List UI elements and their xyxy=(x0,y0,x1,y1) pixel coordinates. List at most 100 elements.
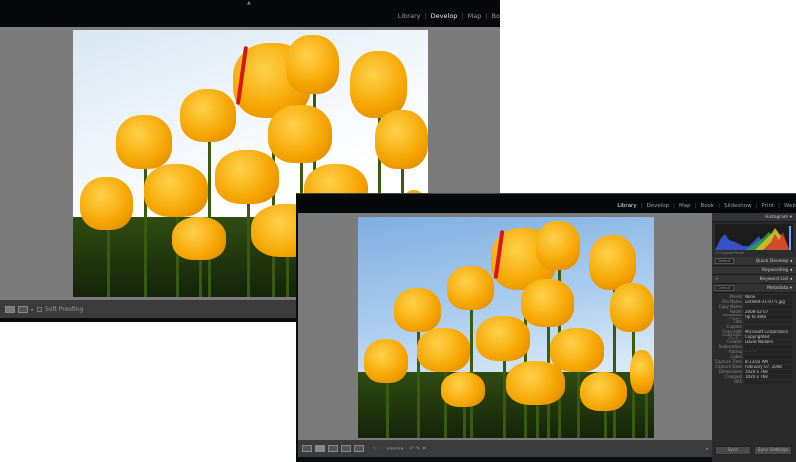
histogram-header[interactable]: Histogram ▾ xyxy=(712,213,796,222)
loupe-view-button[interactable] xyxy=(315,445,325,452)
tulip xyxy=(535,221,580,271)
library-toolbar: ⚑⚐ ★★★★★ ↶ ↷ ⌗ ▾ xyxy=(298,440,712,457)
metadata-field[interactable]: February 07, 2008 xyxy=(744,364,792,369)
tulip xyxy=(506,360,566,405)
people-view-button[interactable] xyxy=(354,445,364,452)
image-canvas xyxy=(298,213,712,440)
module-separator: | xyxy=(640,203,643,209)
module-separator: | xyxy=(673,203,675,209)
soft-proofing-label: Soft Proofing xyxy=(45,305,84,313)
metadata-field[interactable]: 2008-02-07 xyxy=(744,309,792,314)
module-tab-book[interactable]: Book xyxy=(700,203,714,209)
metadata-row: GPS xyxy=(712,379,796,384)
compare-view-button[interactable] xyxy=(328,445,338,452)
metadata-field[interactable]: Microsoft Corporation xyxy=(744,329,792,334)
tulip xyxy=(550,327,604,372)
metadata-header[interactable]: Metadata xyxy=(767,286,788,291)
sync-settings-button[interactable]: Sync Settings xyxy=(754,446,792,455)
module-tab-bo[interactable]: Bo xyxy=(492,12,500,20)
tulip-stem xyxy=(503,351,507,438)
module-tab-web[interactable]: Web xyxy=(784,203,796,209)
grid-view-button[interactable] xyxy=(302,445,312,452)
flag-icons[interactable]: ⚑⚐ xyxy=(372,446,381,452)
metadata-field[interactable] xyxy=(744,324,792,329)
rotate-right-icon[interactable]: ↷ xyxy=(416,446,420,452)
loupe-view-button[interactable] xyxy=(5,305,15,313)
module-separator: | xyxy=(461,12,464,20)
metadata-field[interactable]: Copyrighted xyxy=(744,334,792,339)
module-bar: Library | Develop | Map | Book | Slideshow | Print… xyxy=(296,193,796,213)
tulip xyxy=(215,150,279,204)
metadata-field[interactable] xyxy=(744,319,792,324)
collapse-top-icon[interactable]: ▲ xyxy=(247,0,251,6)
tulip xyxy=(446,265,495,310)
metadata-field[interactable]: 1024 x 768 xyxy=(744,374,792,379)
metadata-field[interactable] xyxy=(744,304,792,309)
right-panel: Histogram ▾ ☐ Original Photo Default Quic… xyxy=(712,213,796,462)
tulip xyxy=(630,349,654,394)
metadata-field[interactable]: untitled-21-07-5.jpg xyxy=(744,299,792,304)
module-separator: | xyxy=(485,12,488,20)
tulip xyxy=(393,287,441,332)
module-tab-map[interactable]: Map xyxy=(679,203,691,209)
metadata-field[interactable]: · · · · · xyxy=(744,349,792,354)
metadata-preset-select[interactable]: Default xyxy=(715,284,734,291)
add-keyword-button[interactable]: + xyxy=(712,277,719,282)
keyword-list-header[interactable]: Keyword List xyxy=(760,277,789,282)
module-tab-library[interactable]: Library xyxy=(398,12,421,20)
tulip xyxy=(520,278,575,328)
quick-develop-preset-select[interactable]: Default xyxy=(715,257,734,264)
tulip xyxy=(609,283,654,332)
histogram-graph xyxy=(715,224,793,250)
quick-develop-header[interactable]: Quick Develop xyxy=(756,259,789,264)
survey-view-button[interactable] xyxy=(341,445,351,452)
original-photo-checkbox[interactable]: ☐ Original Photo xyxy=(712,250,796,257)
module-separator: | xyxy=(718,203,720,209)
module-bar: Library | Develop | Map | Bo ▲ xyxy=(0,0,500,27)
tulip xyxy=(349,51,407,119)
metadata-field[interactable]: Up to date xyxy=(744,314,792,319)
tulip-stem xyxy=(207,131,211,297)
tulip xyxy=(363,338,409,383)
toolbar-menu-icon[interactable]: ▾ xyxy=(706,446,708,451)
tulip xyxy=(580,371,628,412)
metadata-field[interactable] xyxy=(744,354,792,359)
module-tab-map[interactable]: Map xyxy=(468,12,482,20)
module-tab-develop[interactable]: Develop xyxy=(646,203,669,209)
tulip xyxy=(268,104,333,164)
metadata-preset-field[interactable]: None xyxy=(744,294,792,299)
metadata-field[interactable]: 8:13:02 AM xyxy=(744,359,792,364)
keywording-header[interactable]: Keywording xyxy=(762,268,788,273)
module-tab-print[interactable]: Print xyxy=(761,203,774,209)
before-after-button[interactable] xyxy=(18,305,28,313)
tulip-photo xyxy=(358,217,654,438)
module-separator: | xyxy=(755,203,758,209)
sync-button[interactable]: Sync xyxy=(715,446,751,455)
module-separator: | xyxy=(778,203,780,209)
rating-stars[interactable]: ★★★★★ xyxy=(386,446,404,452)
tulip xyxy=(172,216,226,260)
metadata-field[interactable]: 1024 x 768 xyxy=(744,369,792,374)
tulip xyxy=(286,35,340,95)
tulip xyxy=(417,327,471,372)
crop-icon[interactable]: ⌗ xyxy=(423,446,426,452)
metadata-field[interactable]: David Nadalin xyxy=(744,339,792,344)
module-tab-library[interactable]: Library xyxy=(617,203,636,209)
module-separator: | xyxy=(694,203,697,209)
soft-proofing-checkbox[interactable] xyxy=(37,306,43,312)
library-window: Library | Develop | Map | Book | Slideshow | Print… xyxy=(296,193,796,462)
tulip-stem xyxy=(106,219,110,297)
tulip xyxy=(115,115,173,169)
tulip xyxy=(440,371,486,408)
rotate-left-icon[interactable]: ↶ xyxy=(409,446,413,452)
tulip xyxy=(144,163,208,217)
dropdown-icon[interactable]: ▾ xyxy=(31,307,33,312)
tulip xyxy=(374,110,428,169)
module-tab-slideshow[interactable]: Slideshow xyxy=(724,203,752,209)
tulip xyxy=(179,88,237,143)
metadata-field[interactable] xyxy=(744,344,792,349)
metadata-field[interactable] xyxy=(744,379,792,384)
tulip xyxy=(80,176,134,231)
tulip-stem xyxy=(470,300,474,438)
module-tab-develop[interactable]: Develop xyxy=(431,12,458,20)
